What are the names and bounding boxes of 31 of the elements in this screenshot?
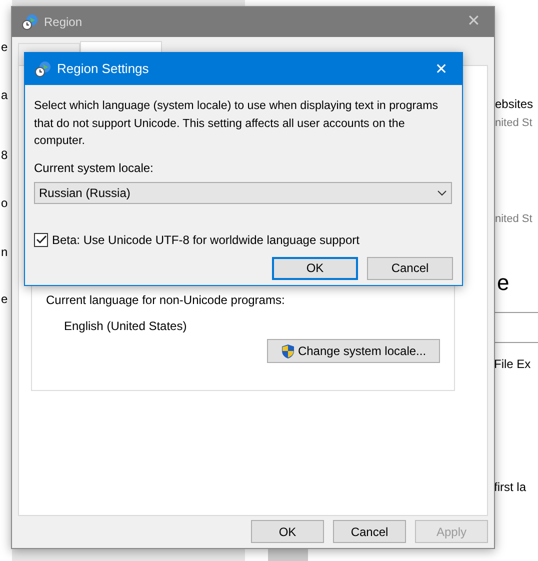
change-locale-button[interactable]: Change system locale... [267,339,440,363]
background-text: o [1,195,8,212]
checkbox[interactable] [34,232,48,246]
background-text: e [1,291,8,308]
globe-clock-icon [22,14,38,30]
ok-button[interactable]: OK [251,520,324,543]
cancel-button[interactable]: Cancel [333,520,406,543]
chevron-icon [437,190,447,196]
label: Current language for non-Unicode programs: [46,292,286,309]
background-text: e [1,39,8,56]
cancel-button[interactable]: Cancel [367,256,453,280]
checkbox-label: Beta: Use Unicode UTF-8 for worldwide language support [52,232,360,248]
locale-dropdown[interactable]: Russian (Russia) [34,182,452,204]
description-text: Select which language (system locale) to use when displaying text in programs that do not support Unicode. This setting affects all user accounts on the computer. [34,98,440,149]
background-text: first la [494,479,526,496]
field-label: Current system locale: [34,160,154,176]
background-text: nited St [495,116,532,131]
background-text: 8 [1,147,8,164]
close-button[interactable]: ✕ [431,62,452,76]
ok-button[interactable]: OK [272,256,358,280]
window-title: Region [44,14,82,31]
background-text: a [1,87,8,104]
dialog-title: Region Settings [57,60,149,78]
background-text: n [1,244,8,261]
background-text: ebsites [495,96,534,113]
background-text: nited St [495,212,532,227]
background-text: e [497,269,510,297]
globe-clock-icon [35,61,51,77]
shield-icon [280,344,295,358]
language-value: English (United States) [64,318,188,335]
background-text: File Ex [494,356,531,373]
